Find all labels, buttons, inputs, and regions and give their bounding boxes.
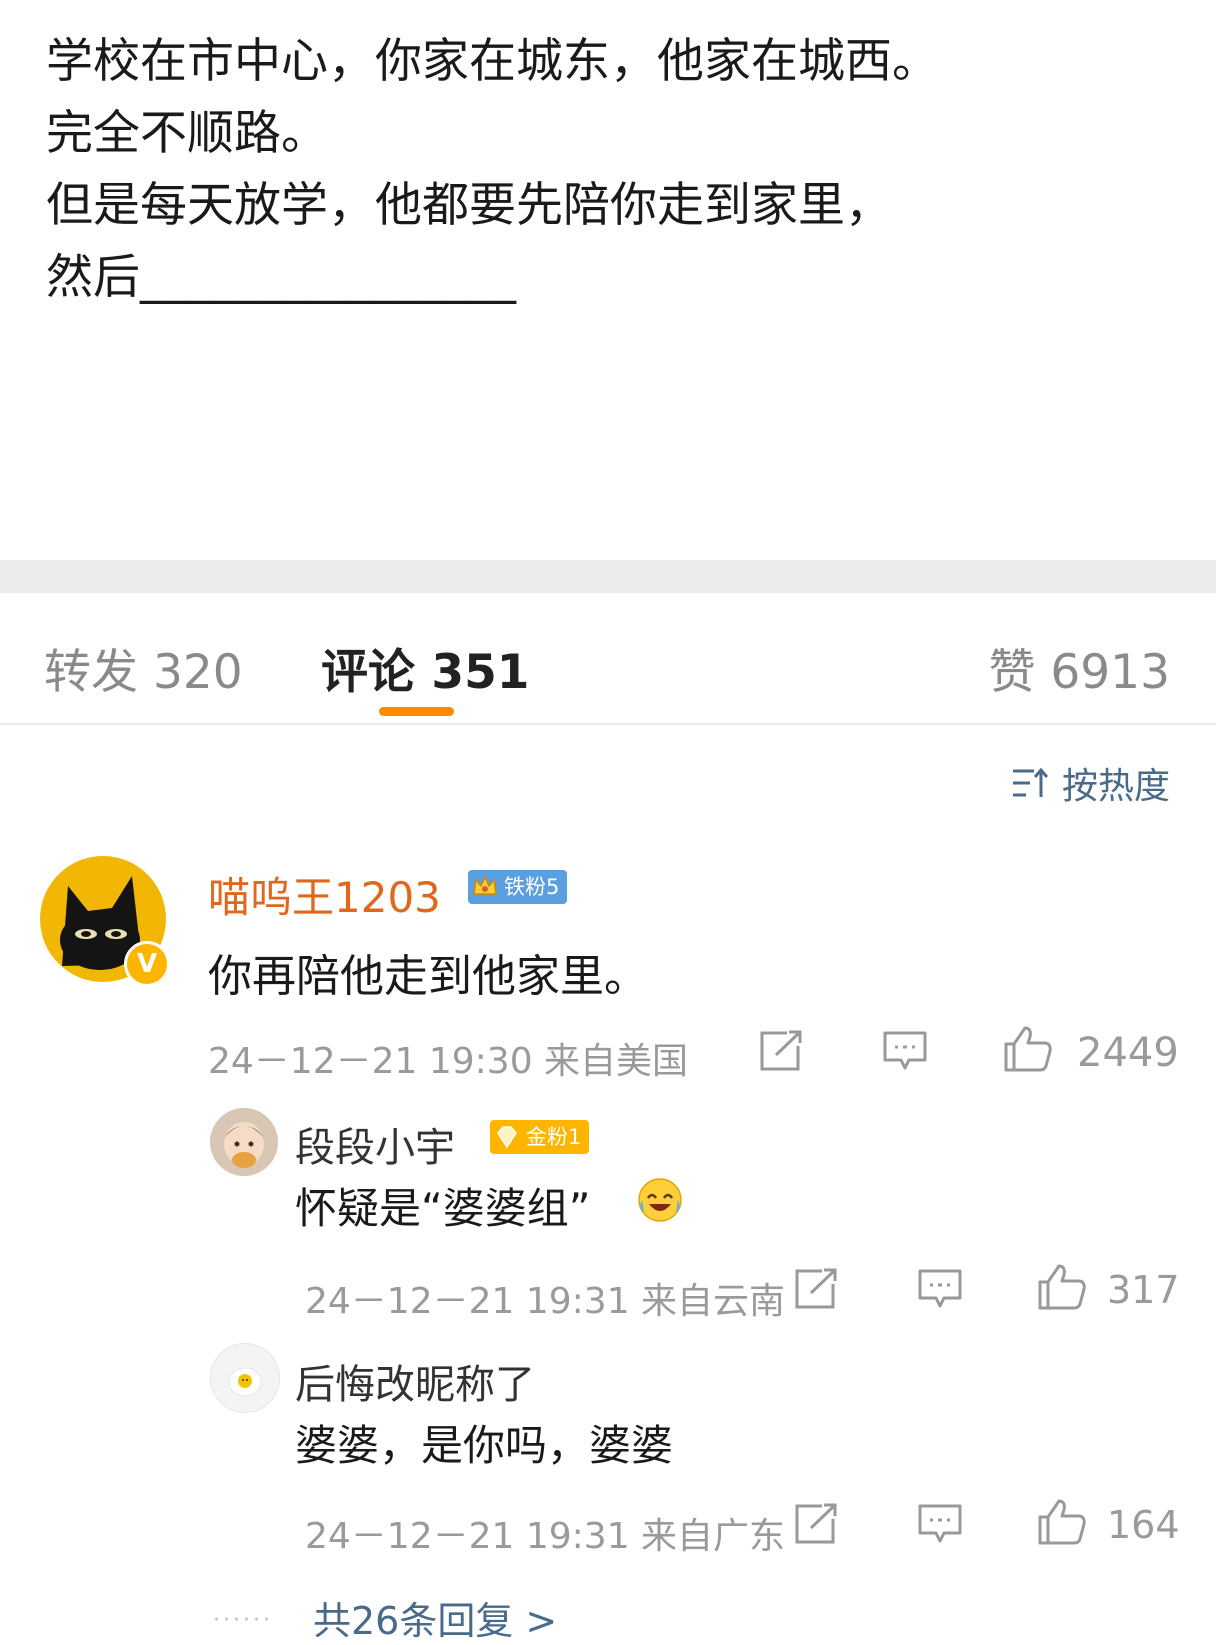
comment-text: 你再陪他走到他家里。 [208,951,648,1002]
reply-icon[interactable] [882,1030,928,1072]
post-line: 学校在市中心，你家在城东，他家在城西。 [46,34,939,89]
sort-by-hot-button[interactable]: 按热度 [1012,757,1170,809]
tab-bar: 转发 320 评论 351 赞 6913 [0,593,1216,725]
share-icon[interactable] [794,1503,838,1545]
like-count: 317 [1107,1268,1180,1312]
sort-label: 按热度 [1061,766,1170,807]
tab-likes[interactable]: 赞 6913 [988,633,1170,702]
avatar[interactable] [210,1343,280,1413]
like-count: 2449 [1077,1030,1179,1076]
fan-badge-label: 金粉1 [526,1125,582,1149]
share-icon[interactable] [794,1268,838,1310]
active-tab-indicator [379,707,454,716]
avatar[interactable] [210,1108,278,1176]
tab-repost[interactable]: 转发 320 [44,633,243,702]
fan-badge: 铁粉5 [468,870,568,904]
like-icon[interactable] [1003,1024,1053,1072]
reply-text: 怀疑是“婆婆组” [295,1184,591,1233]
fan-badge: 金粉1 [490,1120,590,1154]
like-icon[interactable] [1037,1497,1087,1545]
laugh-cry-emoji-icon [638,1178,682,1222]
section-divider [0,560,1216,593]
reply-username[interactable]: 后悔改昵称了 [295,1352,535,1410]
share-icon[interactable] [759,1030,803,1072]
reply-text: 婆婆，是你吗，婆婆 [295,1421,674,1470]
comment-meta: 24－12－21 19:30 来自美国 [208,1041,689,1082]
tab-comments[interactable]: 评论 351 [321,633,529,702]
crown-icon [473,875,497,895]
reply-icon[interactable] [917,1503,963,1545]
reply-meta: 24－12－21 19:31 来自云南 [305,1281,786,1322]
gem-icon [497,1126,517,1149]
reply-meta: 24－12－21 19:31 来自广东 [305,1516,786,1557]
post-line: 然后________________ [46,250,516,305]
post-line: 完全不顺路。 [46,106,328,161]
sort-hot-icon [1012,767,1048,797]
post-text: 学校在市中心，你家在城东，他家在城西。 完全不顺路。 但是每天放学，他都要先陪你… [46,26,1176,314]
verified-badge-icon: V [124,941,170,987]
reply-username[interactable]: 段段小宇 [295,1115,455,1173]
like-count: 164 [1107,1503,1180,1547]
post-line: 但是每天放学，他都要先陪你走到家里， [46,178,892,233]
like-icon[interactable] [1037,1262,1087,1310]
comment-username[interactable]: 喵呜王1203 [208,864,441,925]
fan-badge-label: 铁粉5 [504,875,560,899]
reply-icon[interactable] [917,1268,963,1310]
view-all-replies-link[interactable]: 共26条回复 > [313,1590,557,1645]
